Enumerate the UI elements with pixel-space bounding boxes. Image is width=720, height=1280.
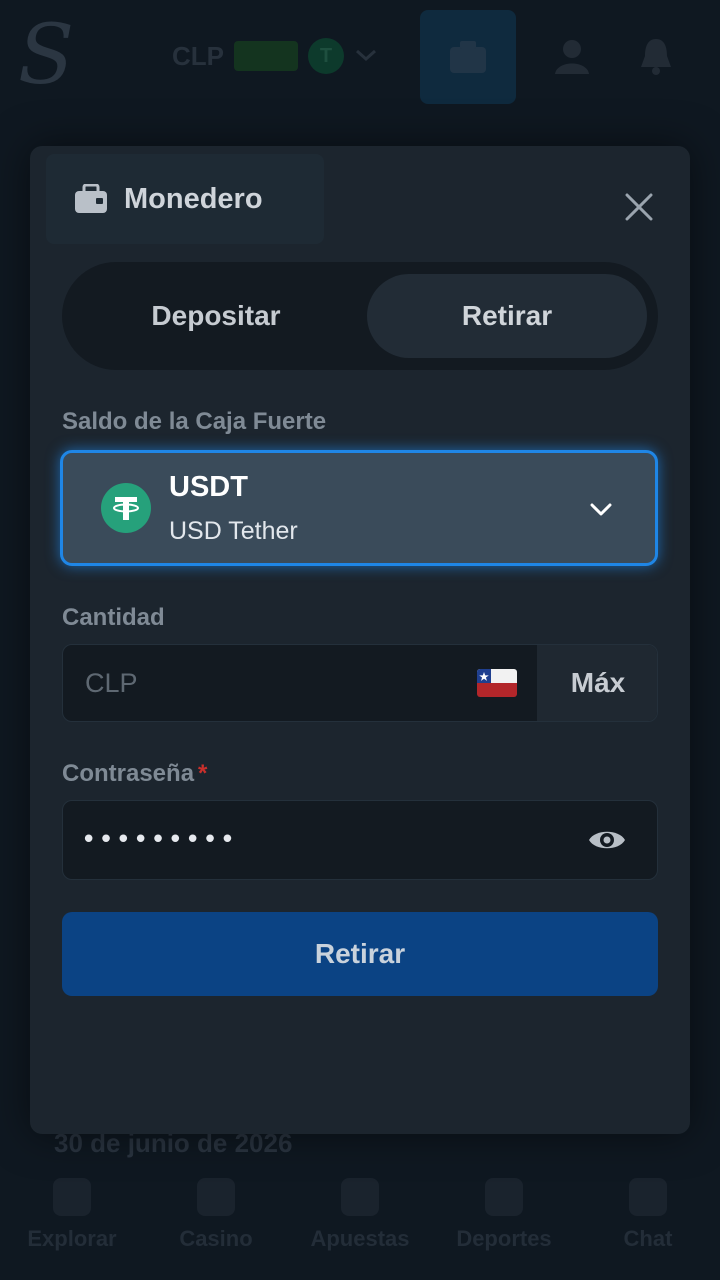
bottom-navigation: Explorar Casino Apuestas Deportes Chat [0, 1170, 720, 1280]
max-button[interactable]: Máx [537, 645, 657, 721]
chat-icon [629, 1178, 667, 1216]
nav-item-explorar: Explorar [7, 1178, 137, 1252]
wallet-icon [75, 184, 107, 213]
modal-header: Monedero [46, 154, 324, 244]
vault-balance-label: Saldo de la Caja Fuerte [62, 408, 327, 435]
amount-field: Máx [62, 644, 658, 722]
nav-item-apuestas: Apuestas [295, 1178, 425, 1252]
nav-label: Casino [179, 1226, 253, 1251]
wallet-button [420, 10, 516, 104]
balance-amount [234, 41, 298, 71]
nav-label: Explorar [27, 1226, 117, 1251]
brand-logo: S [18, 8, 75, 103]
nav-label: Apuestas [310, 1226, 410, 1251]
password-field [62, 800, 658, 880]
eye-icon[interactable] [587, 823, 627, 857]
wallet-modal: Monedero Depositar Retirar Saldo de la C… [30, 146, 690, 1134]
amount-input[interactable] [63, 645, 537, 721]
sports-icon [485, 1178, 523, 1216]
password-input[interactable] [63, 801, 573, 879]
top-bar: S CLP T [0, 0, 720, 116]
bets-icon [341, 1178, 379, 1216]
nav-item-casino: Casino [151, 1178, 281, 1252]
explore-icon [53, 1178, 91, 1216]
modal-title: Monedero [124, 182, 263, 215]
coin-symbol: USDT [169, 471, 248, 503]
chevron-down-icon [354, 43, 378, 69]
tab-retirar[interactable]: Retirar [367, 274, 647, 358]
tether-icon: T [308, 38, 344, 74]
wallet-tabs: Depositar Retirar [62, 262, 658, 370]
password-label-text: Contraseña [62, 760, 195, 787]
close-icon [625, 193, 653, 221]
nav-item-chat: Chat [583, 1178, 713, 1252]
currency-selector: CLP T [172, 36, 378, 76]
chile-flag-icon [477, 669, 517, 697]
casino-icon [197, 1178, 235, 1216]
nav-item-deportes: Deportes [439, 1178, 569, 1252]
close-button[interactable] [618, 186, 660, 228]
required-mark: * [198, 760, 208, 787]
tab-depositar[interactable]: Depositar [76, 274, 356, 358]
withdraw-button[interactable]: Retirar [62, 912, 658, 996]
chevron-down-icon [590, 503, 612, 516]
bell-icon [641, 39, 671, 75]
nav-label: Deportes [456, 1226, 552, 1251]
currency-code: CLP [172, 40, 224, 71]
coin-name: USD Tether [169, 517, 298, 545]
coin-selector[interactable]: USDT USD Tether [60, 450, 658, 566]
wallet-icon [450, 41, 486, 73]
tether-icon [101, 483, 151, 533]
nav-label: Chat [623, 1226, 673, 1251]
user-icon [555, 40, 589, 74]
amount-label: Cantidad [62, 604, 165, 631]
password-label: Contraseña * [62, 760, 207, 788]
